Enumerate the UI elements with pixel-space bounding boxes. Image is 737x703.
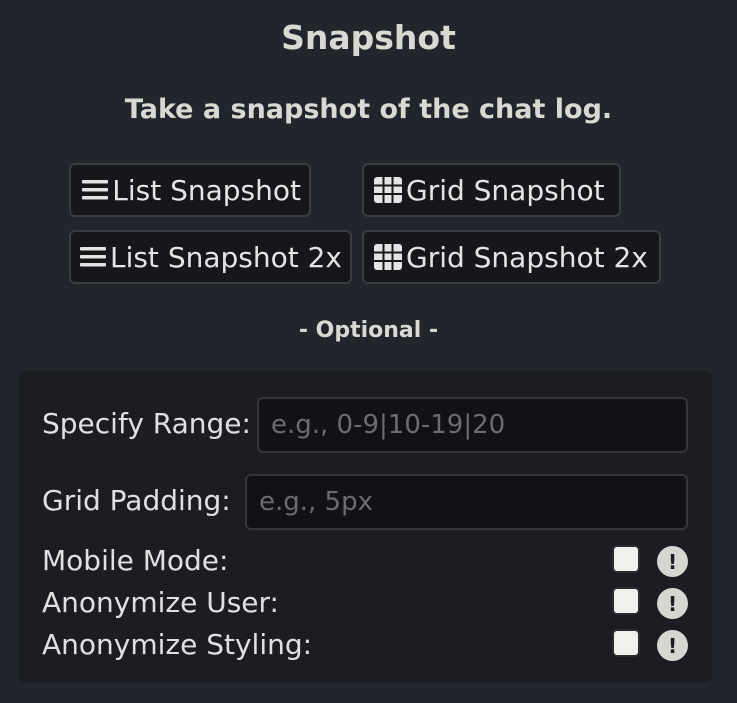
mobile-mode-info-icon[interactable]: ! <box>657 546 688 577</box>
page-subtitle: Take a snapshot of the chat log. <box>124 94 613 125</box>
anonymize-user-info-icon[interactable]: ! <box>657 588 688 619</box>
list-icon <box>79 242 108 272</box>
snapshot-page: Snapshot Take a snapshot of the chat log… <box>0 0 737 703</box>
grid-snapshot-2x-label: Grid Snapshot 2x <box>406 240 648 274</box>
list-snapshot-2x-label: List Snapshot 2x <box>109 240 342 274</box>
anonymize-styling-checkbox[interactable] <box>612 629 640 657</box>
grid-snapshot-label: Grid Snapshot <box>406 173 605 207</box>
range-label: Specify Range: <box>42 407 251 440</box>
optional-heading: - Optional - <box>298 318 439 343</box>
list-snapshot-label: List Snapshot <box>112 173 301 207</box>
grid-icon <box>372 175 404 205</box>
grid-snapshot-button[interactable]: Grid Snapshot <box>362 163 621 217</box>
list-snapshot-2x-button[interactable]: List Snapshot 2x <box>69 230 352 284</box>
list-snapshot-button[interactable]: List Snapshot <box>69 163 311 217</box>
mobile-mode-label: Mobile Mode: <box>42 544 229 577</box>
anonymize-styling-label: Anonymize Styling: <box>42 628 313 661</box>
page-title: Snapshot <box>281 18 456 57</box>
anonymize-styling-info-icon[interactable]: ! <box>657 630 688 661</box>
mobile-mode-checkbox[interactable] <box>612 545 640 573</box>
anonymize-user-checkbox[interactable] <box>612 587 640 615</box>
padding-label: Grid Padding: <box>42 484 231 517</box>
grid-snapshot-2x-button[interactable]: Grid Snapshot 2x <box>362 230 661 284</box>
padding-input[interactable] <box>245 474 688 530</box>
range-input[interactable] <box>257 397 688 453</box>
anonymize-user-label: Anonymize User: <box>42 586 279 619</box>
list-icon <box>79 175 110 205</box>
grid-icon <box>372 242 404 272</box>
